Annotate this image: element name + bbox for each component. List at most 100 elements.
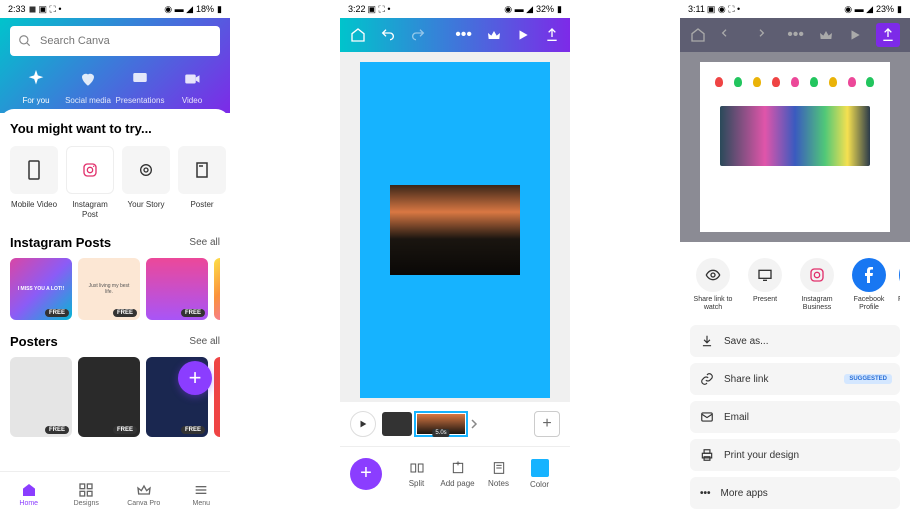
pro-button[interactable] <box>486 27 502 43</box>
redo-button <box>750 27 766 43</box>
print-icon <box>700 448 714 462</box>
try-mobile-video[interactable]: Mobile Video <box>10 146 58 219</box>
timeline-play[interactable] <box>350 411 376 437</box>
option-email[interactable]: Email <box>690 401 900 433</box>
status-bar: 3:11 ▣ ◉ ⛶ • ◉ ▬ ◢ 23% ▮ <box>680 0 910 18</box>
post-card[interactable]: I MISS YOU A LOT!!FREE <box>10 258 72 320</box>
poster-card[interactable]: FREE <box>78 357 140 437</box>
tab-presentations[interactable]: Presentations <box>114 68 166 105</box>
color-swatch <box>531 459 549 477</box>
download-icon <box>700 334 714 348</box>
share-present[interactable]: Present <box>742 258 788 311</box>
search-input[interactable] <box>40 35 212 47</box>
nav-designs[interactable]: Designs <box>58 472 116 517</box>
string-lights <box>710 72 880 92</box>
try-poster[interactable]: Poster <box>178 146 226 219</box>
sparkle-icon <box>25 68 47 90</box>
add-clip-button[interactable]: + <box>534 411 560 437</box>
share-facebook[interactable]: Facebook Profile <box>846 258 892 311</box>
color-button[interactable]: Color <box>519 459 560 489</box>
share-instagram[interactable]: Instagram Business <box>794 258 840 311</box>
post-card[interactable] <box>214 258 220 320</box>
design-preview <box>700 62 890 232</box>
canvas-image[interactable] <box>390 185 520 275</box>
search-box[interactable] <box>10 26 220 56</box>
clip-duration: 5.0s <box>432 429 449 437</box>
status-time: 3:11 <box>688 4 705 14</box>
undo-button[interactable] <box>380 27 396 43</box>
posters-heading: Posters <box>10 334 58 349</box>
try-your-story[interactable]: Your Story <box>122 146 170 219</box>
nav-canva-pro[interactable]: Canva Pro <box>115 472 173 517</box>
status-time: 3:22 <box>348 4 366 14</box>
see-all-instagram[interactable]: See all <box>189 237 220 248</box>
see-all-posters[interactable]: See all <box>189 336 220 347</box>
add-element-fab[interactable]: + <box>350 458 382 490</box>
tab-video[interactable]: Video <box>166 68 218 105</box>
mail-icon <box>700 410 714 424</box>
tab-more[interactable]: Pr <box>218 68 220 105</box>
home-header: For you Social media Presentations Video… <box>0 18 230 113</box>
try-cards: Mobile Video Instagram Post Your Story P… <box>10 146 220 219</box>
poster-card[interactable]: FREE <box>10 357 72 437</box>
option-more-apps[interactable]: •••More apps <box>690 477 900 509</box>
option-print[interactable]: Print your design <box>690 439 900 471</box>
add-page-button[interactable]: Add page <box>437 460 478 488</box>
option-save-as[interactable]: Save as... <box>690 325 900 357</box>
undo-button <box>720 27 736 43</box>
split-button[interactable]: Split <box>396 460 437 488</box>
heart-icon <box>77 68 99 90</box>
export-button[interactable] <box>544 27 560 43</box>
suggested-badge: SUGGESTED <box>844 374 892 384</box>
home-body: You might want to try... Mobile Video In… <box>0 109 230 437</box>
create-fab[interactable]: + <box>178 361 212 395</box>
poster-card[interactable] <box>214 357 220 437</box>
share-sheet: Share link to watch Present Instagram Bu… <box>680 242 910 517</box>
nav-home[interactable]: Home <box>0 472 58 517</box>
clip-selected[interactable]: 5.0s <box>414 411 468 437</box>
play-button <box>848 28 862 42</box>
status-battery: 18% <box>196 4 214 14</box>
more-button: ••• <box>787 26 804 44</box>
status-battery: 23% <box>876 4 894 14</box>
category-tabs: For you Social media Presentations Video… <box>10 56 220 113</box>
canvas-area[interactable] <box>340 52 570 402</box>
redo-button[interactable] <box>410 27 426 43</box>
home-button <box>690 27 706 43</box>
home-button[interactable] <box>350 27 366 43</box>
bottom-nav: Home Designs Canva Pro Menu <box>0 471 230 517</box>
editor-toolbar-dim: ••• <box>680 18 910 52</box>
preview-photo <box>720 106 870 166</box>
post-card[interactable]: Just living my best life.FREE <box>78 258 140 320</box>
dots-icon: ••• <box>700 488 711 499</box>
tab-social[interactable]: Social media <box>62 68 114 105</box>
timeline: 5.0s + <box>340 402 570 446</box>
tab-for-you[interactable]: For you <box>10 68 62 105</box>
share-facebook-story[interactable]: Facebook Story <box>898 258 900 311</box>
chevron-right-icon[interactable] <box>470 412 478 436</box>
editor-bottom-bar: + Split Add page Notes Color <box>340 446 570 500</box>
nav-menu[interactable]: Menu <box>173 472 231 517</box>
share-watch-link[interactable]: Share link to watch <box>690 258 736 311</box>
try-instagram-post[interactable]: Instagram Post <box>66 146 114 219</box>
editor-toolbar: ••• <box>340 18 570 52</box>
phone-share: 3:11 ▣ ◉ ⛶ • ◉ ▬ ◢ 23% ▮ ••• Share link … <box>680 0 910 517</box>
play-button[interactable] <box>516 28 530 42</box>
option-share-link[interactable]: Share linkSUGGESTED <box>690 363 900 395</box>
canvas-dim <box>680 52 910 242</box>
status-bar: 3:22 ▣ ⛶ • ◉ ▬ ◢ 32% ▮ <box>340 0 570 18</box>
design-canvas[interactable] <box>360 62 550 398</box>
instagram-heading: Instagram Posts <box>10 235 111 250</box>
phone-editor: 3:22 ▣ ⛶ • ◉ ▬ ◢ 32% ▮ ••• 5.0s <box>340 0 570 517</box>
notes-button[interactable]: Notes <box>478 460 519 488</box>
link-icon <box>700 372 714 386</box>
export-button[interactable] <box>876 23 900 47</box>
presentation-icon <box>129 68 151 90</box>
more-button[interactable]: ••• <box>455 26 472 44</box>
status-time: 2:33 <box>8 4 26 14</box>
instagram-posts-row: I MISS YOU A LOT!!FREE Just living my be… <box>10 258 220 320</box>
clips-track[interactable]: 5.0s <box>382 411 528 437</box>
pro-button <box>818 27 834 43</box>
post-card[interactable]: FREE <box>146 258 208 320</box>
clip[interactable] <box>382 412 412 436</box>
